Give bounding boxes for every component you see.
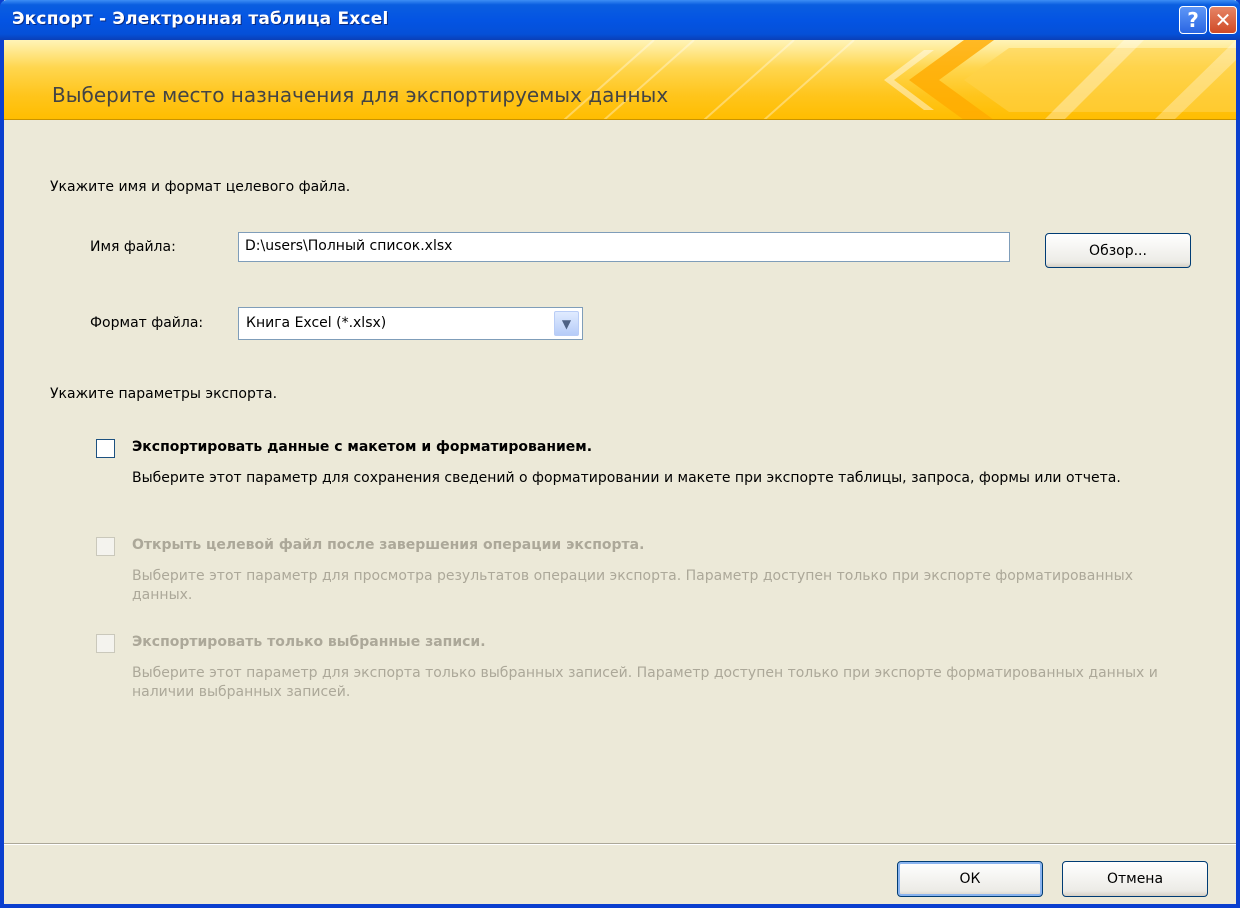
open-after-export-title: Открыть целевой файл после завершения оп… [132, 537, 645, 553]
export-selected-only-title: Экспортировать только выбранные записи. [132, 634, 486, 650]
format-label-text: Формат файла: [90, 315, 204, 331]
close-icon: ✕ [1214, 8, 1232, 32]
cancel-button[interactable]: Отмена [1062, 861, 1208, 897]
window-title: Экспорт - Электронная таблица Excel [12, 9, 389, 29]
ok-button[interactable]: ОК [897, 861, 1043, 897]
page-heading: Выберите место назначения для экспортиру… [52, 83, 669, 107]
open-after-export-description: Выберите этот параметр для просмотра рез… [132, 568, 1133, 603]
export-selected-only-checkbox[interactable] [96, 634, 115, 653]
filename-label: Имя файла: [90, 239, 176, 255]
title-bar[interactable]: Экспорт - Электронная таблица Excel ? ✕ [0, 0, 1240, 40]
export-with-formatting-description: Выберите этот параметр для сохранения св… [132, 470, 1121, 486]
export-dialog: Экспорт - Электронная таблица Excel ? ✕ … [0, 0, 1240, 908]
help-icon: ? [1187, 8, 1199, 32]
format-select-value: Книга Excel (*.xlsx) [246, 315, 387, 331]
close-button[interactable]: ✕ [1209, 6, 1237, 34]
chevron-down-icon[interactable]: ▼ [554, 311, 579, 336]
export-with-formatting-checkbox[interactable] [96, 439, 115, 458]
filename-input[interactable]: D:\users\Полный список.xlsx [238, 232, 1010, 262]
header-banner: Выберите место назначения для экспортиру… [4, 40, 1236, 120]
export-with-formatting-title[interactable]: Экспортировать данные с макетом и формат… [132, 439, 592, 455]
format-label: Формат файла: [90, 315, 203, 331]
filename-label-text: Имя файла: [90, 239, 176, 255]
export-selected-only-description: Выберите этот параметр для экспорта толь… [132, 665, 1158, 700]
help-button[interactable]: ? [1179, 6, 1207, 34]
export-options-intro: Укажите параметры экспорта. [50, 386, 278, 402]
footer-separator [4, 843, 1236, 845]
browse-button[interactable]: Обзор... [1045, 233, 1191, 268]
format-select[interactable]: Книга Excel (*.xlsx) ▼ [238, 307, 583, 340]
banner-arrows-decoration [563, 40, 1236, 119]
open-after-export-checkbox[interactable] [96, 537, 115, 556]
file-section-intro: Укажите имя и формат целевого файла. [50, 179, 351, 195]
